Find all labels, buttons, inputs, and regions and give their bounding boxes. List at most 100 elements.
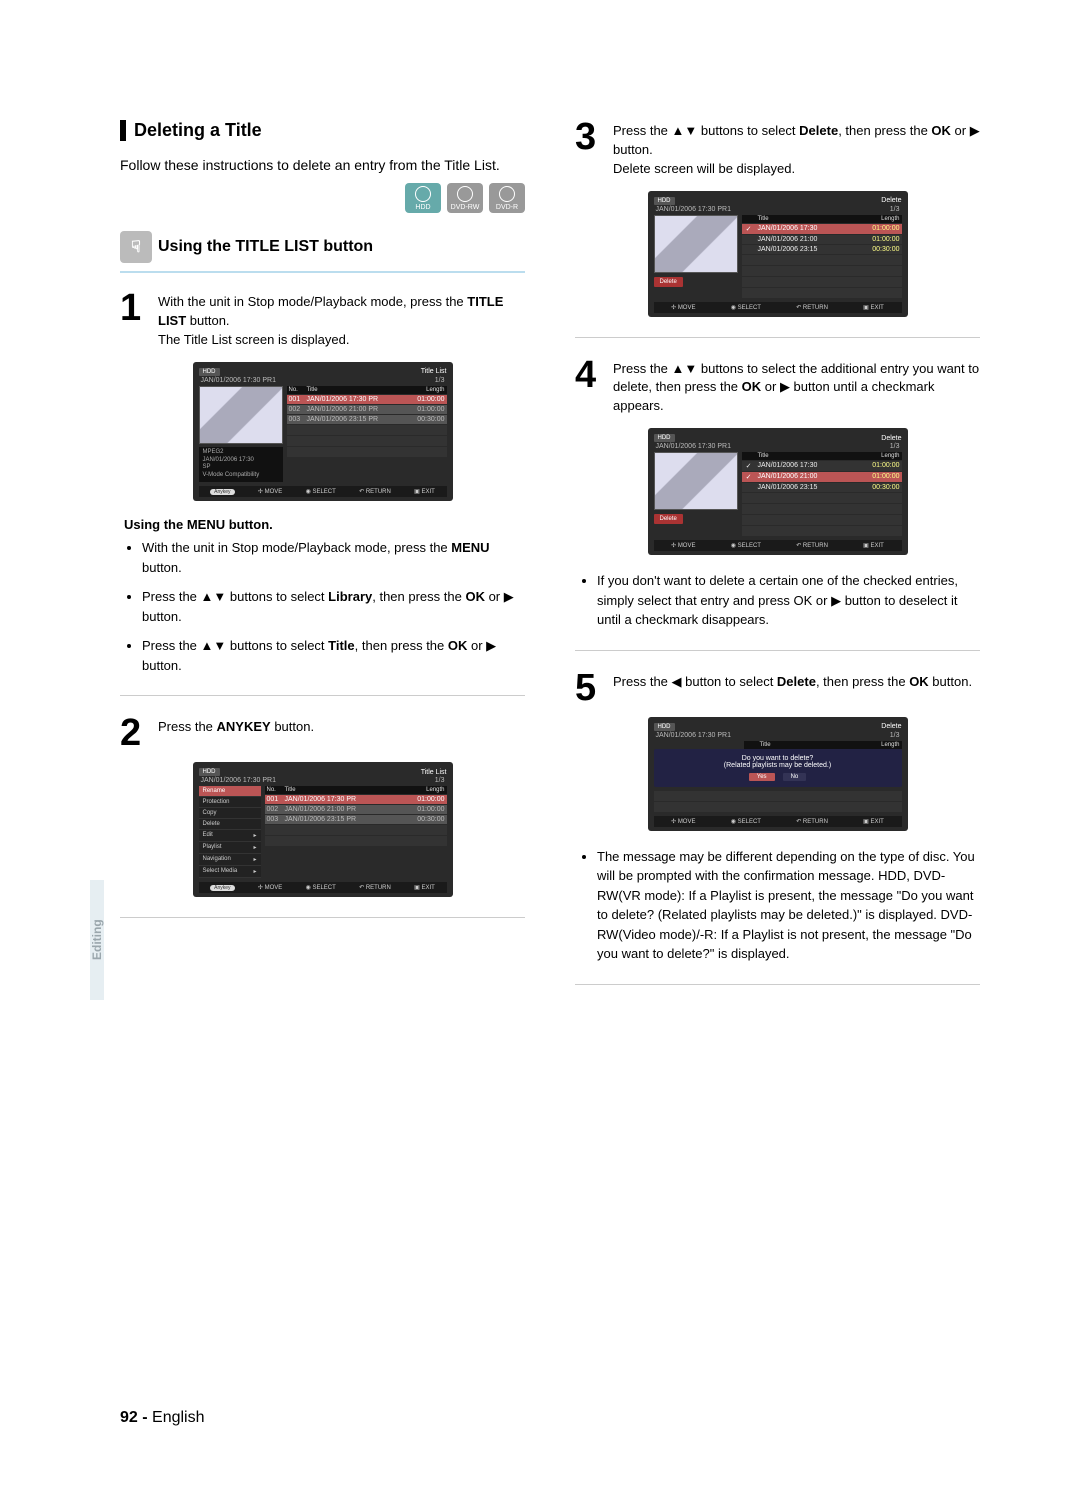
menu-item-delete[interactable]: Delete: [199, 819, 261, 830]
step-1: 1 With the unit in Stop mode/Playback mo…: [120, 291, 525, 350]
divider: [120, 917, 525, 918]
osd-footer: Anykey ✢ MOVE ◉ SELECT ↶ RETURN ▣ EXIT: [199, 882, 447, 893]
list-item: Press the ▲▼ buttons to select Library, …: [142, 587, 525, 626]
confirm-dialog: Do you want to delete? (Related playlist…: [654, 749, 902, 787]
section-title: Deleting a Title: [120, 120, 525, 141]
hdd-badge: HDD: [654, 723, 675, 731]
disc-icon-dvdrw: DVD-RW: [447, 183, 483, 213]
osd-page: 1/3: [435, 377, 445, 384]
osd3-table: TitleLength ✓JAN/01/2006 17:3001:00:00 J…: [742, 215, 902, 298]
dialog-no-button[interactable]: No: [783, 773, 807, 781]
step-number: 2: [120, 716, 148, 750]
step-4-text: Press the ▲▼ buttons to select the addit…: [613, 358, 980, 417]
list-item: Press the ▲▼ buttons to select Title, th…: [142, 636, 525, 675]
step-number: 3: [575, 120, 603, 179]
table-row[interactable]: 002JAN/01/2006 21:00 PR01:00:00: [287, 405, 447, 414]
osd-page: 1/3: [890, 732, 900, 739]
osd-page: 1/3: [435, 777, 445, 784]
divider: [575, 650, 980, 651]
disc-icon-hdd: HDD: [405, 183, 441, 213]
menu-item-playlist[interactable]: Playlist▸: [199, 842, 261, 854]
table-row[interactable]: JAN/01/2006 23:1500:30:00: [742, 245, 902, 254]
table-row[interactable]: 001JAN/01/2006 17:30 PR01:00:00: [265, 795, 447, 804]
page-footer: 92 - English: [120, 1409, 205, 1427]
osd-title: Title List: [421, 769, 447, 776]
divider: [575, 984, 980, 985]
menu-item-navigation[interactable]: Navigation▸: [199, 854, 261, 866]
disc-icon-dvdr: DVD-R: [489, 183, 525, 213]
osd2-table: No.TitleLength 001JAN/01/2006 17:30 PR01…: [265, 786, 447, 878]
hdd-badge: HDD: [654, 434, 675, 442]
osd1-table: No.TitleLength 001JAN/01/2006 17:30 PR01…: [287, 386, 447, 482]
list-item: If you don't want to delete a certain on…: [597, 571, 980, 630]
preview-thumb: [654, 215, 738, 273]
section-tab: Editing: [90, 880, 104, 1000]
dialog-line-1: Do you want to delete?: [660, 755, 896, 762]
delete-button[interactable]: Delete: [654, 514, 683, 524]
list-item: With the unit in Stop mode/Playback mode…: [142, 538, 525, 577]
delete-button[interactable]: Delete: [654, 277, 683, 287]
step-5-note: The message may be different depending o…: [579, 847, 980, 964]
osd-footer: Anykey ✢ MOVE ◉ SELECT ↶ RETURN ▣ EXIT: [199, 486, 447, 497]
divider: [120, 271, 525, 273]
anykey-pill: Anykey: [210, 489, 234, 495]
step-4: 4 Press the ▲▼ buttons to select the add…: [575, 358, 980, 417]
step-5-text: Press the ◀ button to select Delete, the…: [613, 671, 980, 705]
menu-bullets: With the unit in Stop mode/Playback mode…: [124, 538, 525, 675]
osd-title: Title List: [421, 368, 447, 375]
menu-item-edit[interactable]: Edit▸: [199, 830, 261, 842]
step-number: 5: [575, 671, 603, 705]
osd-anykey-menu: HDD Title List JAN/01/2006 17:30 PR1 1/3…: [193, 762, 453, 897]
step-2: 2 Press the ANYKEY button.: [120, 716, 525, 750]
table-row[interactable]: ✓JAN/01/2006 21:0001:00:00: [742, 472, 902, 482]
table-row[interactable]: 002JAN/01/2006 21:00 PR01:00:00: [265, 805, 447, 814]
step-3: 3 Press the ▲▼ buttons to select Delete,…: [575, 120, 980, 179]
step-4-note: If you don't want to delete a certain on…: [579, 571, 980, 630]
osd-delete-2: HDD Delete JAN/01/2006 17:30 PR1 1/3 Del…: [648, 428, 908, 555]
subsection-heading: ☟ Using the TITLE LIST button: [120, 231, 525, 263]
osd-title-list: HDD Title List JAN/01/2006 17:30 PR1 1/3…: [193, 362, 453, 501]
osd-datetime: JAN/01/2006 17:30 PR1: [201, 777, 277, 784]
left-column: Deleting a Title Follow these instructio…: [120, 120, 525, 1005]
step-1-text: With the unit in Stop mode/Playback mode…: [158, 291, 525, 350]
osd-delete-1: HDD Delete JAN/01/2006 17:30 PR1 1/3 Del…: [648, 191, 908, 317]
table-row[interactable]: JAN/01/2006 23:1500:30:00: [742, 483, 902, 492]
osd-datetime: JAN/01/2006 17:30 PR1: [201, 377, 277, 384]
osd4-table: TitleLength ✓JAN/01/2006 17:3001:00:00 ✓…: [742, 452, 902, 536]
osd-footer: ✢ MOVE ◉ SELECT ↶ RETURN ▣ EXIT: [654, 816, 902, 827]
osd-footer: ✢ MOVE ◉ SELECT ↶ RETURN ▣ EXIT: [654, 302, 902, 313]
right-column: 3 Press the ▲▼ buttons to select Delete,…: [575, 120, 980, 1005]
step-2-text: Press the ANYKEY button.: [158, 716, 525, 750]
table-row[interactable]: 003JAN/01/2006 23:15 PR00:30:00: [287, 415, 447, 424]
osd-datetime: JAN/01/2006 17:30 PR1: [656, 206, 732, 213]
menu-item-select-media[interactable]: Select Media▸: [199, 866, 261, 878]
osd-datetime: JAN/01/2006 17:30 PR1: [656, 443, 732, 450]
hdd-badge: HDD: [199, 368, 220, 376]
hdd-badge: HDD: [654, 197, 675, 205]
step-number: 4: [575, 358, 603, 417]
table-row[interactable]: JAN/01/2006 21:0001:00:00: [742, 235, 902, 244]
table-row[interactable]: ✓JAN/01/2006 17:3001:00:00: [742, 224, 902, 234]
menu-item-copy[interactable]: Copy: [199, 808, 261, 819]
divider: [120, 695, 525, 696]
subsection-title: Using the TITLE LIST button: [158, 238, 373, 256]
menu-item-rename[interactable]: Rename: [199, 786, 261, 797]
osd-title: Delete: [881, 723, 901, 730]
dialog-yes-button[interactable]: Yes: [749, 773, 775, 781]
table-row[interactable]: 003JAN/01/2006 23:15 PR00:30:00: [265, 815, 447, 824]
osd-info: MPEG2 JAN/01/2006 17:30 SP V-Mode Compat…: [199, 447, 283, 482]
table-row[interactable]: 001JAN/01/2006 17:30 PR01:00:00: [287, 395, 447, 404]
osd-title: Delete: [881, 435, 901, 442]
table-row[interactable]: ✓JAN/01/2006 17:3001:00:00: [742, 461, 902, 471]
hdd-badge: HDD: [199, 768, 220, 776]
osd-page: 1/3: [890, 206, 900, 213]
menu-item-protection[interactable]: Protection: [199, 797, 261, 808]
anykey-pill: Anykey: [210, 885, 234, 891]
osd-footer: ✢ MOVE ◉ SELECT ↶ RETURN ▣ EXIT: [654, 540, 902, 551]
preview-thumb: [199, 386, 283, 444]
step-number: 1: [120, 291, 148, 350]
osd-delete-confirm: HDD Delete JAN/01/2006 17:30 PR1 1/3 Tit…: [648, 717, 908, 831]
osd-context-menu: Rename Protection Copy Delete Edit▸ Play…: [199, 786, 261, 878]
intro-text: Follow these instructions to delete an e…: [120, 155, 525, 175]
list-item: The message may be different depending o…: [597, 847, 980, 964]
